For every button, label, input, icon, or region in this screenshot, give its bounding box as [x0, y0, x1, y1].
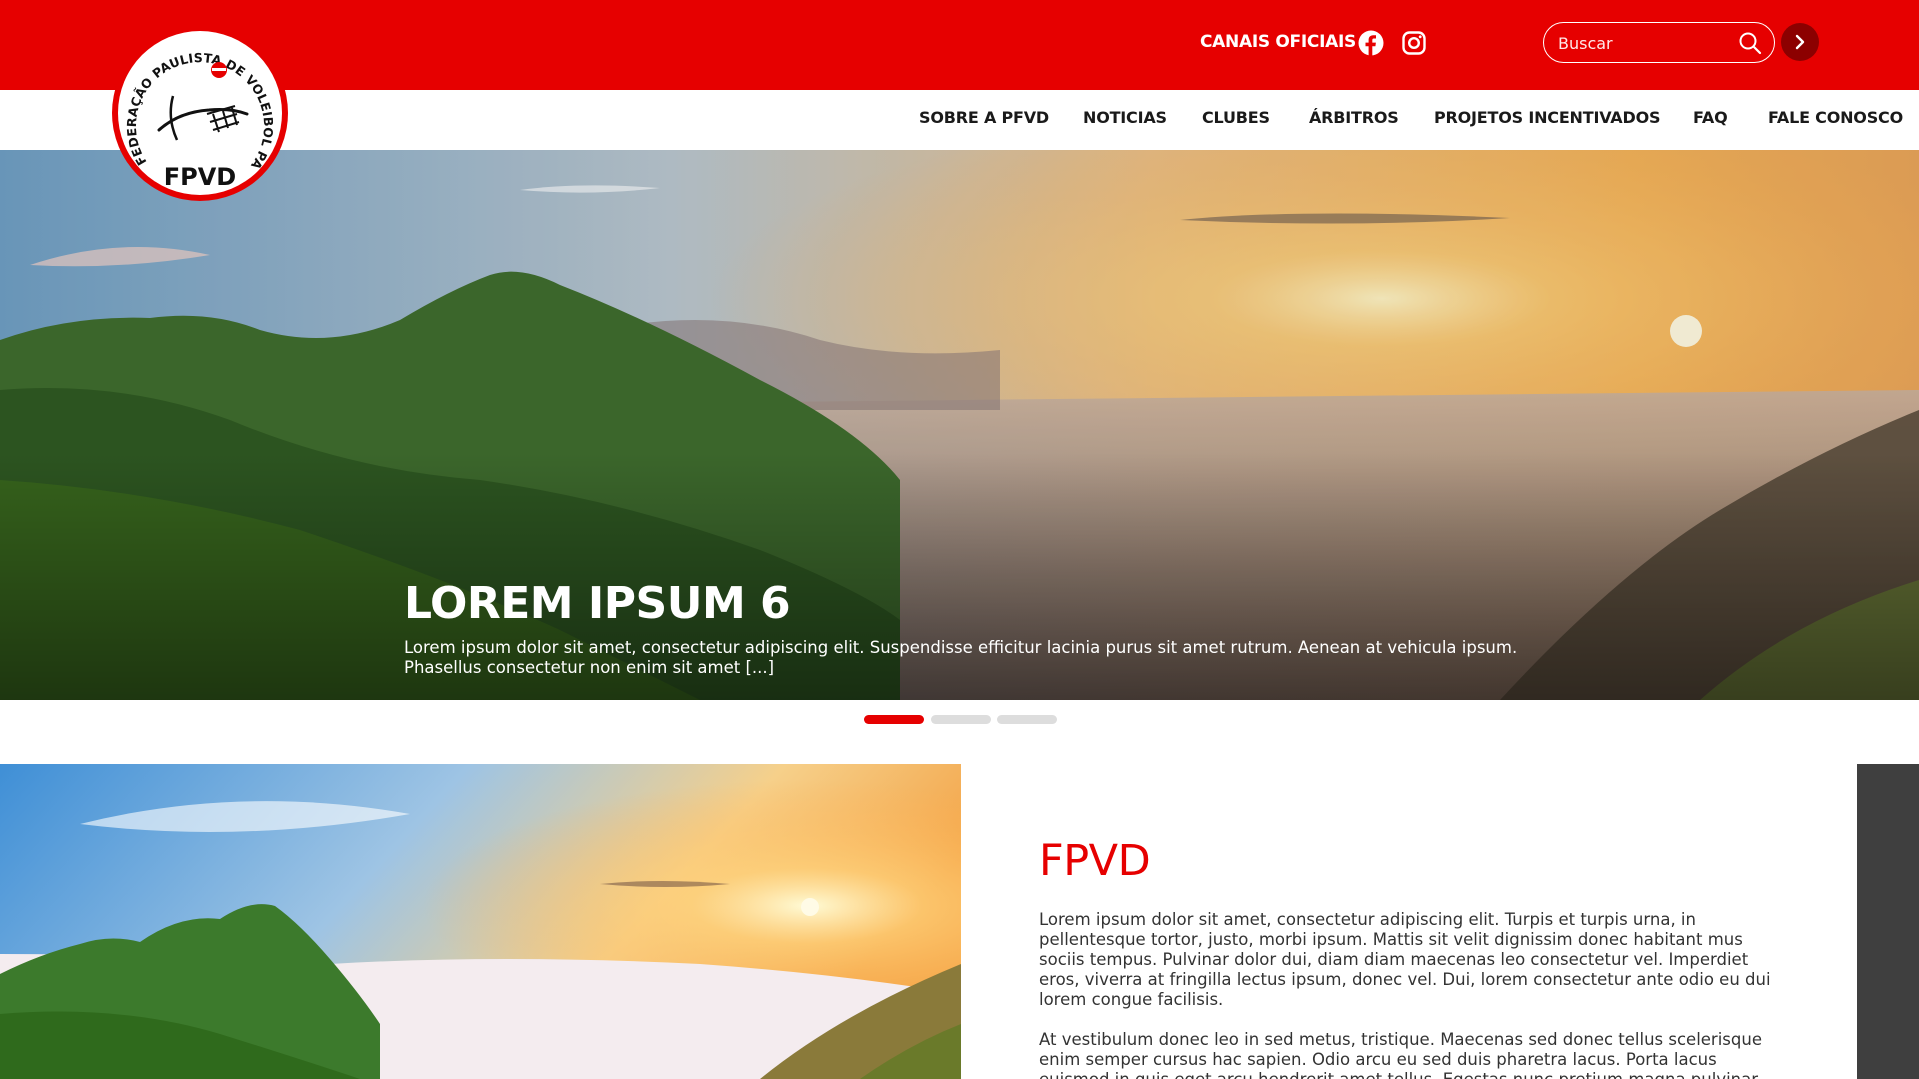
search-submit-button[interactable]: [1781, 23, 1819, 61]
search-icon[interactable]: [1738, 31, 1762, 55]
canais-oficiais-label: CANAIS OFICIAIS: [1200, 32, 1356, 52]
about-paragraph-1: Lorem ipsum dolor sit amet, consectetur …: [1039, 910, 1771, 1009]
about-paragraph-2: At vestibulum donec leo in sed metus, tr…: [1039, 1030, 1762, 1079]
hero-description: Lorem ipsum dolor sit amet, consectetur …: [404, 638, 1518, 677]
slider-dot-1[interactable]: [864, 715, 924, 724]
nav-item-fale-conosco[interactable]: FALE CONOSCO: [1768, 108, 1903, 127]
nav-item-projetos[interactable]: PROJETOS INCENTIVADOS: [1434, 108, 1661, 127]
search-input[interactable]: [1558, 32, 1728, 54]
fpvd-logo[interactable]: FEDERAÇÃO PAULISTA DE VOLEIBOL PARA DEFI…: [102, 10, 293, 204]
nav-item-arbitros[interactable]: ÁRBITROS: [1309, 108, 1399, 127]
hero-overlay: [0, 150, 1919, 700]
side-dark-panel: [1857, 764, 1919, 1079]
nav-item-sobre[interactable]: SOBRE A PFVD: [919, 108, 1049, 127]
about-image: [0, 764, 961, 1079]
nav-item-faq[interactable]: FAQ: [1693, 108, 1728, 127]
chevron-right-icon: [1795, 34, 1805, 50]
about-title: FPVD: [1039, 836, 1151, 886]
nav-item-noticias[interactable]: NOTICIAS: [1083, 108, 1167, 127]
facebook-icon[interactable]: [1358, 30, 1384, 56]
hero-slider[interactable]: LOREM IPSUM 6 Lorem ipsum dolor sit amet…: [0, 150, 1919, 700]
hero-title: LOREM IPSUM 6: [404, 578, 791, 629]
slider-dot-2[interactable]: [931, 715, 991, 724]
search-box: [1543, 22, 1775, 63]
instagram-icon[interactable]: [1401, 30, 1427, 56]
logo-abbr: FPVD: [164, 163, 236, 191]
slider-dot-3[interactable]: [997, 715, 1057, 724]
nav-item-clubes[interactable]: CLUBES: [1202, 108, 1270, 127]
